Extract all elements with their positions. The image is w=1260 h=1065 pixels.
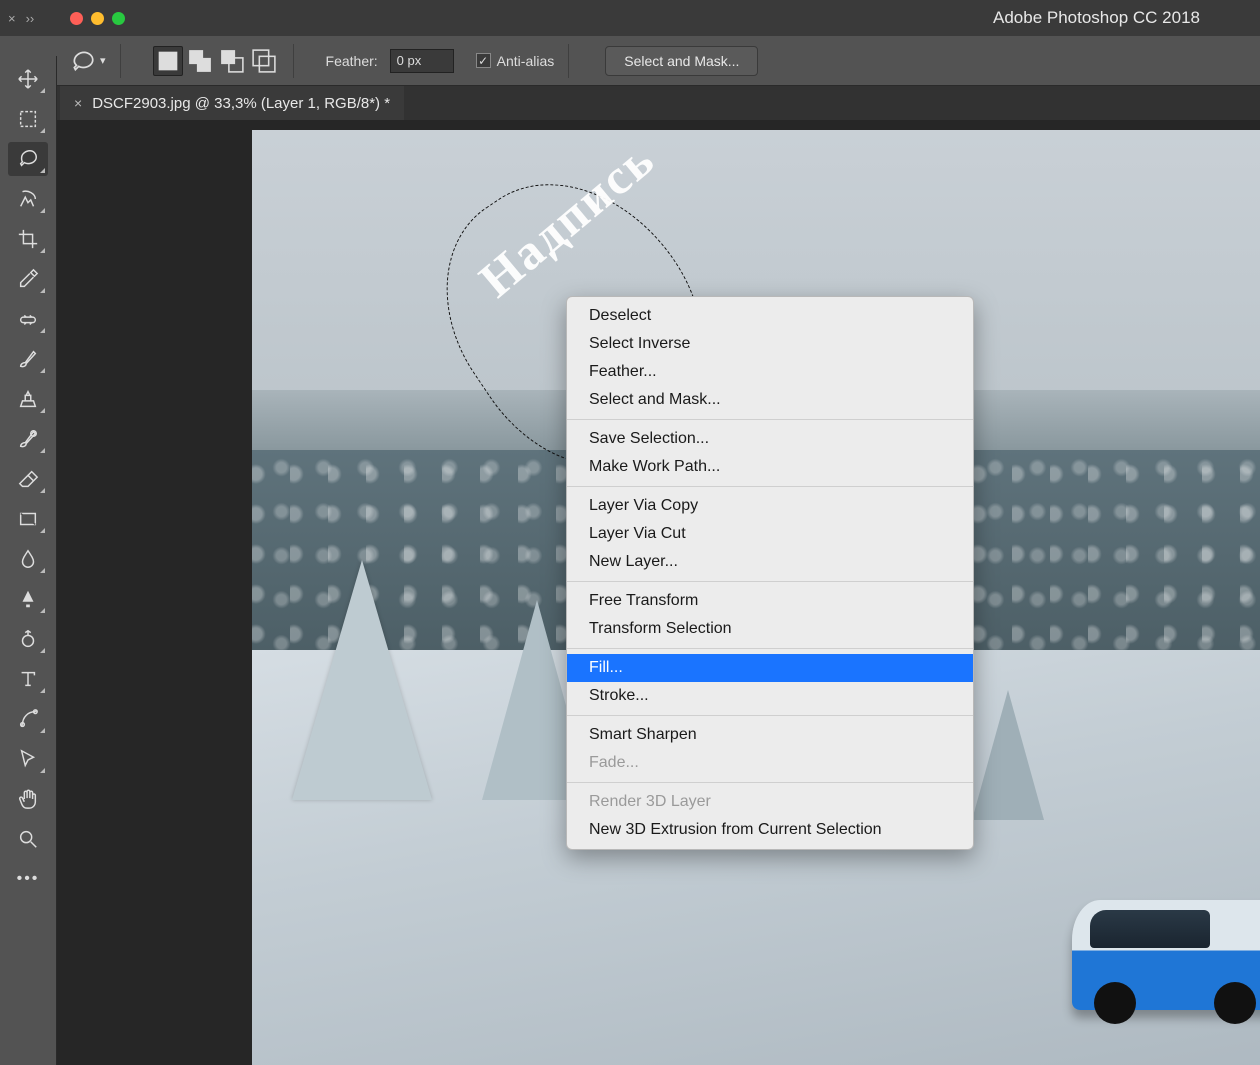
context-menu-separator bbox=[567, 419, 973, 420]
context-menu-item[interactable]: Make Work Path... bbox=[567, 453, 973, 481]
hand-tool[interactable] bbox=[8, 782, 48, 816]
blur-tool[interactable] bbox=[8, 542, 48, 576]
tools-panel: ••• bbox=[0, 56, 57, 1065]
feather-label: Feather: bbox=[326, 53, 378, 69]
select-and-mask-button[interactable]: Select and Mask... bbox=[605, 46, 758, 76]
context-menu-item[interactable]: Smart Sharpen bbox=[567, 721, 973, 749]
context-menu-item[interactable]: Save Selection... bbox=[567, 425, 973, 453]
context-menu-item[interactable]: Layer Via Cut bbox=[567, 520, 973, 548]
type-tool[interactable] bbox=[8, 662, 48, 696]
chevron-down-icon: ▾ bbox=[100, 54, 106, 67]
context-menu-separator bbox=[567, 486, 973, 487]
selection-new-button[interactable] bbox=[153, 46, 183, 76]
tab-close-icon[interactable]: × bbox=[8, 11, 16, 26]
lasso-tool[interactable] bbox=[8, 142, 48, 176]
document-tab[interactable]: × DSCF2903.jpg @ 33,3% (Layer 1, RGB/8*)… bbox=[60, 86, 404, 120]
context-menu-item[interactable]: Deselect bbox=[567, 302, 973, 330]
document-tab-strip: × DSCF2903.jpg @ 33,3% (Layer 1, RGB/8*)… bbox=[0, 86, 1260, 120]
context-menu-item[interactable]: Feather... bbox=[567, 358, 973, 386]
context-menu-separator bbox=[567, 581, 973, 582]
more-tools-button[interactable]: ••• bbox=[8, 862, 48, 896]
selection-intersect-button[interactable] bbox=[249, 46, 279, 76]
context-menu-separator bbox=[567, 648, 973, 649]
tab-expand-icon[interactable]: ›› bbox=[26, 11, 35, 26]
divider bbox=[120, 44, 121, 78]
close-window-button[interactable] bbox=[70, 12, 83, 25]
anti-alias-label: Anti-alias bbox=[497, 53, 555, 69]
crop-tool[interactable] bbox=[8, 222, 48, 256]
context-menu-item[interactable]: New Layer... bbox=[567, 548, 973, 576]
selection-subtract-button[interactable] bbox=[217, 46, 247, 76]
history-brush-tool[interactable] bbox=[8, 422, 48, 456]
minimize-window-button[interactable] bbox=[91, 12, 104, 25]
window-controls bbox=[70, 12, 125, 25]
active-tool-indicator[interactable]: ▾ bbox=[70, 50, 106, 72]
context-menu-separator bbox=[567, 782, 973, 783]
context-menu-item[interactable]: New 3D Extrusion from Current Selection bbox=[567, 816, 973, 844]
context-menu-item: Render 3D Layer bbox=[567, 788, 973, 816]
context-menu-item[interactable]: Stroke... bbox=[567, 682, 973, 710]
context-menu-item[interactable]: Transform Selection bbox=[567, 615, 973, 643]
close-tab-icon[interactable]: × bbox=[74, 95, 82, 111]
options-bar: ▾ Feather: ✓ Anti-alias Select and Mask.… bbox=[0, 36, 1260, 86]
car-object bbox=[1072, 900, 1260, 1010]
context-menu-item[interactable]: Fill... bbox=[567, 654, 973, 682]
selection-add-button[interactable] bbox=[185, 46, 215, 76]
anti-alias-checkbox[interactable]: ✓ Anti-alias bbox=[476, 53, 555, 69]
title-bar: × ›› Adobe Photoshop CC 2018 bbox=[0, 0, 1260, 36]
context-menu-item[interactable]: Select Inverse bbox=[567, 330, 973, 358]
eraser-tool[interactable] bbox=[8, 462, 48, 496]
context-menu-item[interactable]: Free Transform bbox=[567, 587, 973, 615]
document-tab-title: DSCF2903.jpg @ 33,3% (Layer 1, RGB/8*) * bbox=[92, 95, 390, 112]
direct-select-tool[interactable] bbox=[8, 742, 48, 776]
context-menu-item[interactable]: Select and Mask... bbox=[567, 386, 973, 414]
context-menu-separator bbox=[567, 715, 973, 716]
quick-select-tool[interactable] bbox=[8, 182, 48, 216]
spot-heal-tool[interactable] bbox=[8, 302, 48, 336]
pen-tool[interactable] bbox=[8, 622, 48, 656]
divider bbox=[568, 44, 569, 78]
divider bbox=[293, 44, 294, 78]
path-select-tool[interactable] bbox=[8, 702, 48, 736]
clone-stamp-tool[interactable] bbox=[8, 382, 48, 416]
lasso-icon bbox=[70, 50, 96, 72]
checkbox-icon: ✓ bbox=[476, 53, 491, 68]
move-tool[interactable] bbox=[8, 62, 48, 96]
gradient-tool[interactable] bbox=[8, 502, 48, 536]
zoom-tool[interactable] bbox=[8, 822, 48, 856]
context-menu-item: Fade... bbox=[567, 749, 973, 777]
app-title: Adobe Photoshop CC 2018 bbox=[993, 8, 1200, 28]
context-menu: DeselectSelect InverseFeather...Select a… bbox=[566, 296, 974, 850]
tab-controls: × ›› bbox=[0, 0, 42, 36]
brush-tool[interactable] bbox=[8, 342, 48, 376]
dodge-tool[interactable] bbox=[8, 582, 48, 616]
marquee-tool[interactable] bbox=[8, 102, 48, 136]
eyedropper-tool[interactable] bbox=[8, 262, 48, 296]
selection-mode-group bbox=[153, 46, 279, 76]
maximize-window-button[interactable] bbox=[112, 12, 125, 25]
feather-input[interactable] bbox=[390, 49, 454, 73]
context-menu-item[interactable]: Layer Via Copy bbox=[567, 492, 973, 520]
